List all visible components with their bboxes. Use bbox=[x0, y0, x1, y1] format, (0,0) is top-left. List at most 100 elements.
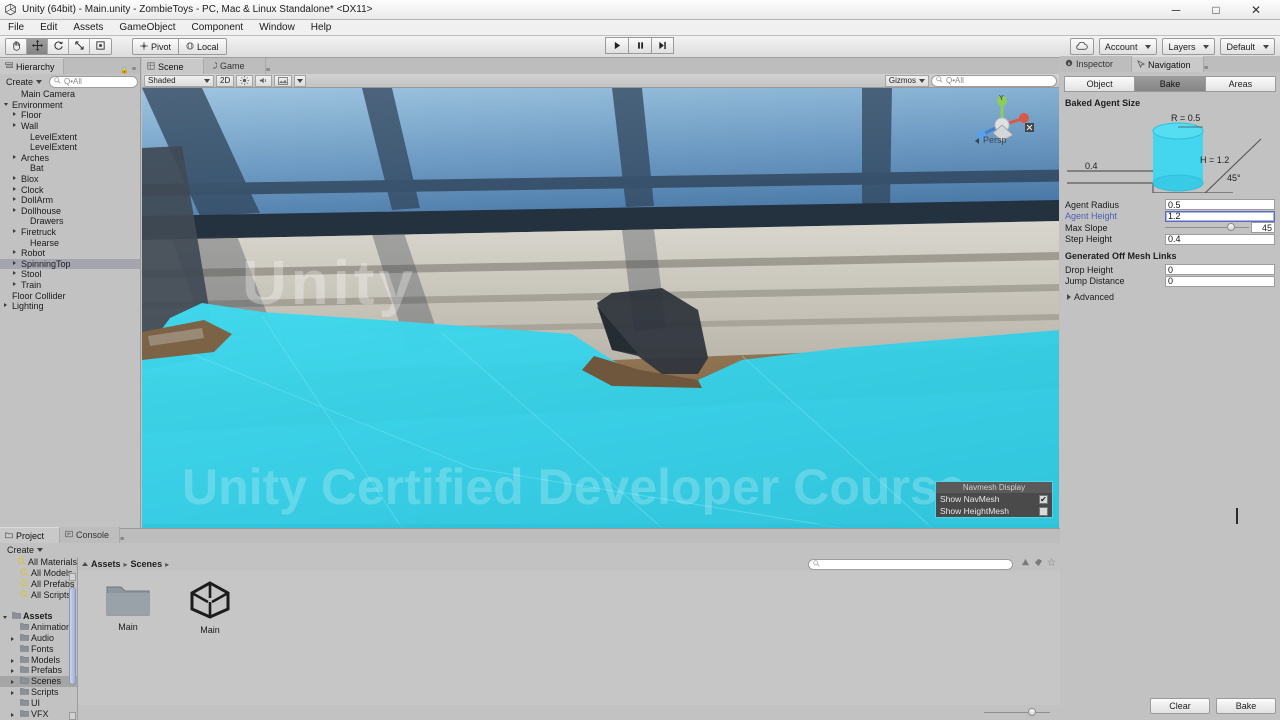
hierarchy-item[interactable]: Drawers bbox=[0, 216, 140, 227]
field-value-input[interactable]: 1.2 bbox=[1165, 210, 1275, 222]
menu-item-edit[interactable]: Edit bbox=[32, 20, 65, 36]
hierarchy-tree[interactable]: Main Camera Environment Floor Wall LevelExte… bbox=[0, 89, 140, 528]
toggle-2d-button[interactable]: 2D bbox=[216, 74, 235, 87]
panel-menu-icon[interactable]: ≡ bbox=[132, 66, 136, 74]
layers-dropdown[interactable]: Layers bbox=[1162, 38, 1216, 55]
project-tree-item[interactable]: Prefabs bbox=[0, 665, 77, 676]
gizmo-perspective-label[interactable]: Persp bbox=[983, 135, 1007, 145]
project-tree-item[interactable]: UI bbox=[0, 697, 77, 708]
project-tree-item[interactable]: Scripts bbox=[0, 687, 77, 698]
navmesh-display-row[interactable]: Show HeightMesh bbox=[936, 505, 1052, 517]
shading-mode-dropdown[interactable]: Shaded bbox=[144, 74, 214, 87]
asset-grid[interactable]: Main Main bbox=[78, 573, 1060, 704]
tab-console[interactable]: Console bbox=[60, 527, 120, 543]
segment-areas[interactable]: Areas bbox=[1204, 76, 1276, 92]
rect-tool-button[interactable] bbox=[90, 39, 111, 54]
hierarchy-item[interactable]: Lighting bbox=[0, 301, 140, 312]
clear-button[interactable]: Clear bbox=[1150, 698, 1210, 714]
checkbox[interactable] bbox=[1039, 506, 1048, 516]
favorite-star-icon[interactable] bbox=[1047, 558, 1056, 570]
breadcrumb-back-icon[interactable] bbox=[82, 562, 88, 566]
tab-project[interactable]: Project bbox=[0, 527, 60, 543]
navmesh-display-row[interactable]: Show NavMesh ✔ bbox=[936, 493, 1052, 505]
hierarchy-item[interactable]: Wall bbox=[0, 121, 140, 132]
project-tree-item[interactable]: All Prefabs bbox=[0, 579, 77, 590]
effects-toggle-icon[interactable] bbox=[274, 74, 293, 87]
project-tree-item[interactable]: Assets bbox=[0, 611, 77, 622]
cloud-services-button[interactable] bbox=[1069, 38, 1094, 55]
field-value-input[interactable]: 0.5 bbox=[1165, 199, 1275, 211]
account-dropdown[interactable]: Account bbox=[1098, 38, 1158, 55]
hierarchy-item[interactable]: Arches bbox=[0, 153, 140, 164]
move-tool-button[interactable] bbox=[27, 39, 48, 54]
project-tree-scrollbar[interactable] bbox=[68, 573, 77, 720]
play-button[interactable] bbox=[605, 37, 628, 54]
field-value-input[interactable]: 0.4 bbox=[1165, 233, 1275, 245]
breadcrumb-scenes[interactable]: Scenes bbox=[131, 559, 163, 569]
slider-knob[interactable] bbox=[1028, 708, 1036, 716]
minimize-button[interactable]: ─ bbox=[1156, 0, 1196, 20]
hierarchy-search-input[interactable]: Q•All bbox=[49, 75, 138, 88]
tab-hierarchy[interactable]: Hierarchy bbox=[0, 58, 64, 74]
scene-axis-gizmo[interactable]: Y Persp bbox=[969, 93, 1039, 155]
project-tree-item[interactable]: VFX bbox=[0, 708, 77, 719]
menu-item-help[interactable]: Help bbox=[303, 20, 340, 36]
menu-item-gameobject[interactable]: GameObject bbox=[111, 20, 183, 36]
tab-game[interactable]: Game bbox=[204, 58, 266, 74]
maximize-button[interactable]: □ bbox=[1196, 0, 1236, 20]
project-tree-item[interactable] bbox=[0, 600, 77, 611]
advanced-foldout[interactable]: Advanced bbox=[1060, 287, 1280, 302]
project-tree-item[interactable]: All Materials bbox=[0, 557, 77, 568]
panel-menu-icon[interactable]: ≡ bbox=[266, 67, 270, 74]
hand-tool-button[interactable] bbox=[6, 39, 27, 54]
menu-item-component[interactable]: Component bbox=[184, 20, 252, 36]
hierarchy-item[interactable]: DollArm bbox=[0, 195, 140, 206]
scene-viewport[interactable]: Unity Unity Certified Developer Course Y… bbox=[142, 88, 1059, 528]
panel-menu-icon[interactable]: ≡ bbox=[120, 536, 124, 543]
scene-search-input[interactable]: Q•All bbox=[931, 74, 1057, 87]
close-button[interactable]: ✕ bbox=[1236, 0, 1276, 20]
project-tree-item[interactable]: Models bbox=[0, 654, 77, 665]
project-tree[interactable]: All Materials All Models All Prefabs All Sc… bbox=[0, 557, 78, 720]
project-search-input[interactable] bbox=[808, 558, 1013, 570]
pivot-mode-button[interactable]: Pivot bbox=[132, 38, 180, 55]
checkbox[interactable]: ✔ bbox=[1039, 494, 1048, 504]
audio-toggle-icon[interactable] bbox=[255, 74, 273, 87]
pause-button[interactable] bbox=[628, 37, 651, 54]
scale-tool-button[interactable] bbox=[69, 39, 90, 54]
max-slope-value[interactable]: 45 bbox=[1251, 222, 1275, 234]
hierarchy-item[interactable]: Firetruck bbox=[0, 227, 140, 238]
menu-item-file[interactable]: File bbox=[5, 20, 32, 36]
hierarchy-item[interactable]: Bat bbox=[0, 163, 140, 174]
breadcrumb-assets[interactable]: Assets bbox=[91, 559, 121, 569]
bake-button[interactable]: Bake bbox=[1216, 698, 1276, 714]
project-tree-item[interactable]: Scenes bbox=[0, 675, 77, 687]
filter-by-type-icon[interactable] bbox=[1021, 558, 1030, 570]
hierarchy-item[interactable]: Robot bbox=[0, 248, 140, 259]
space-mode-button[interactable]: Local bbox=[179, 38, 227, 55]
segment-bake[interactable]: Bake bbox=[1134, 76, 1205, 92]
tab-inspector[interactable]: Inspector bbox=[1060, 56, 1132, 72]
menu-item-window[interactable]: Window bbox=[251, 20, 303, 36]
gizmos-dropdown[interactable]: Gizmos bbox=[884, 74, 929, 87]
project-create-button[interactable]: Create bbox=[3, 544, 47, 557]
hierarchy-item[interactable]: Floor Collider bbox=[0, 290, 140, 301]
panel-menu-icon[interactable]: ≡ bbox=[1204, 65, 1208, 72]
hierarchy-item[interactable]: Floor bbox=[0, 110, 140, 121]
effects-dropdown-caret[interactable] bbox=[294, 74, 307, 87]
project-tree-item[interactable]: Fonts bbox=[0, 643, 77, 654]
hierarchy-item[interactable]: Blox bbox=[0, 174, 140, 185]
project-tree-item[interactable]: All Scripts bbox=[0, 589, 77, 600]
layout-dropdown[interactable]: Default bbox=[1220, 38, 1275, 55]
slider-knob[interactable] bbox=[1226, 223, 1235, 232]
asset-item[interactable]: Main bbox=[98, 581, 158, 704]
segment-object[interactable]: Object bbox=[1064, 76, 1135, 92]
asset-zoom-slider[interactable] bbox=[984, 707, 1050, 718]
max-slope-slider[interactable]: 45 bbox=[1165, 222, 1275, 234]
hierarchy-item[interactable]: SpinningTop bbox=[0, 258, 140, 270]
hierarchy-item[interactable]: LevelExtent bbox=[0, 142, 140, 153]
tab-navigation[interactable]: Navigation bbox=[1132, 56, 1204, 72]
hierarchy-item[interactable]: Environment bbox=[0, 100, 140, 111]
lock-icon[interactable]: 🔒 bbox=[120, 66, 129, 74]
hierarchy-item[interactable]: Clock bbox=[0, 184, 140, 195]
